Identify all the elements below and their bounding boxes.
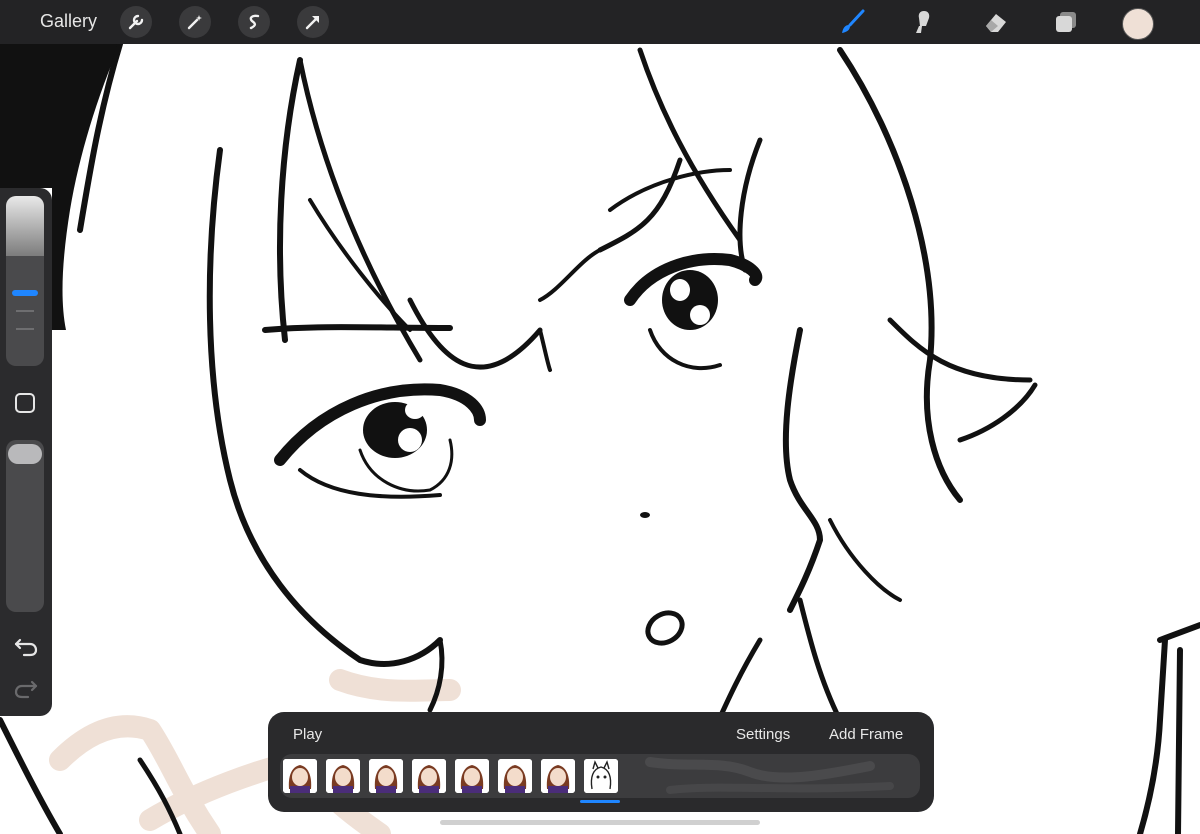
animation-frame-selected[interactable] (584, 759, 618, 793)
actions-button[interactable] (120, 6, 152, 38)
transform-button[interactable] (297, 6, 329, 38)
undo-icon (14, 638, 38, 657)
animation-frame[interactable] (455, 759, 489, 793)
frame-thumbnail (455, 759, 489, 793)
eraser-icon (986, 14, 1006, 32)
size-tick (16, 328, 34, 330)
animation-frame[interactable] (369, 759, 403, 793)
frame-thumbnail (283, 759, 317, 793)
frame-thumbnail (498, 759, 532, 793)
frames-timeline[interactable] (280, 754, 920, 798)
layers-button[interactable] (1050, 7, 1082, 37)
selection-button[interactable] (238, 6, 270, 38)
size-tick (16, 310, 34, 312)
redo-icon (14, 680, 38, 699)
undo-button[interactable] (12, 634, 40, 658)
eraser-tool-button[interactable] (980, 7, 1012, 37)
frame-thumbnail (369, 759, 403, 793)
home-indicator (440, 820, 760, 825)
brush-icon (842, 9, 865, 33)
animation-frame[interactable] (541, 759, 575, 793)
opacity-slider[interactable] (6, 440, 44, 612)
animation-frame[interactable] (283, 759, 317, 793)
smudge-icon (916, 11, 930, 33)
magic-wand-icon (187, 15, 202, 30)
selected-frame-indicator (580, 800, 620, 803)
settings-button[interactable]: Settings (736, 726, 790, 743)
drawing-canvas[interactable] (0, 0, 1200, 834)
animation-frame[interactable] (412, 759, 446, 793)
adjustments-button[interactable] (179, 6, 211, 38)
redo-button[interactable] (12, 676, 40, 700)
add-frame-button[interactable]: Add Frame (829, 726, 903, 743)
modify-button[interactable] (14, 392, 36, 414)
onion-skin-ghost (645, 757, 894, 794)
wrench-icon (128, 14, 144, 30)
frame-thumbnail (326, 759, 360, 793)
selection-s-icon (249, 14, 260, 30)
play-button[interactable]: Play (293, 726, 322, 743)
gallery-button[interactable]: Gallery (40, 11, 97, 32)
square-icon (15, 393, 35, 413)
smudge-tool-button[interactable] (908, 7, 940, 37)
brush-size-preview (6, 196, 44, 256)
animation-frame[interactable] (326, 759, 360, 793)
brush-tool-button[interactable] (836, 7, 868, 37)
color-button[interactable] (1122, 8, 1154, 40)
brush-size-slider[interactable] (6, 196, 44, 366)
frame-thumbnail-sketch (584, 759, 618, 793)
top-toolbar: Gallery (0, 0, 1200, 44)
brush-size-thumb[interactable] (12, 290, 38, 296)
transform-arrow-icon (305, 16, 319, 30)
left-sidebar (0, 188, 52, 716)
animation-frame[interactable] (498, 759, 532, 793)
frame-thumbnail (412, 759, 446, 793)
animation-assist-panel: Play Settings Add Frame (268, 712, 934, 812)
opacity-thumb[interactable] (8, 444, 42, 464)
frame-thumbnail (541, 759, 575, 793)
layers-icon (1056, 12, 1076, 32)
